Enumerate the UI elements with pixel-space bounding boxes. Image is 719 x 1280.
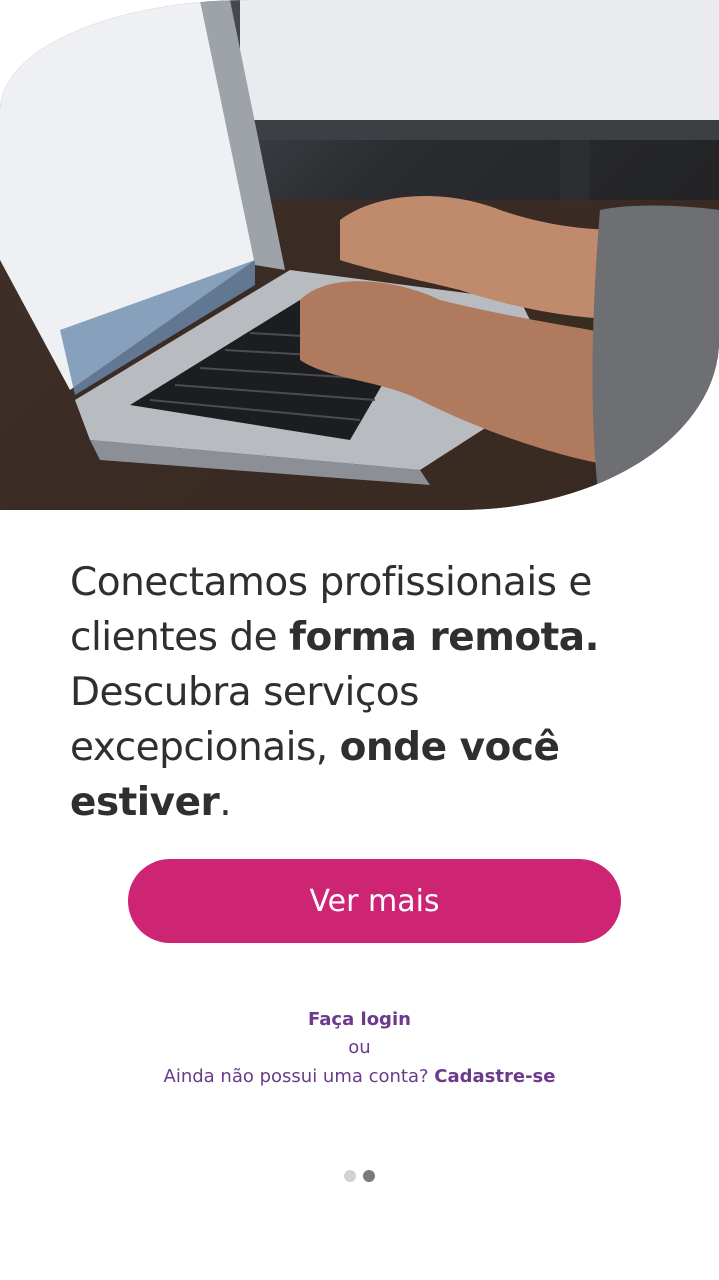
hero-image bbox=[0, 0, 719, 510]
headline-bold1: forma remota. bbox=[288, 615, 599, 660]
page-dot-2[interactable] bbox=[363, 1170, 375, 1182]
auth-links: Faça login ou Ainda não possui uma conta… bbox=[0, 1006, 719, 1092]
signup-link[interactable]: Cadastre-se bbox=[434, 1066, 555, 1087]
page-indicator bbox=[0, 1170, 719, 1184]
see-more-button[interactable]: Ver mais bbox=[128, 859, 621, 943]
signup-line: Ainda não possui uma conta? Cadastre-se bbox=[0, 1062, 719, 1092]
page-dot-1[interactable] bbox=[344, 1170, 356, 1182]
login-link[interactable]: Faça login bbox=[0, 1006, 719, 1034]
or-label: ou bbox=[348, 1037, 371, 1058]
signup-prompt: Ainda não possui uma conta? bbox=[163, 1066, 435, 1087]
laptop-photo-illustration bbox=[0, 0, 719, 510]
headline: Conectamos profissionais e clientes de f… bbox=[70, 555, 670, 830]
headline-end: . bbox=[219, 780, 232, 825]
